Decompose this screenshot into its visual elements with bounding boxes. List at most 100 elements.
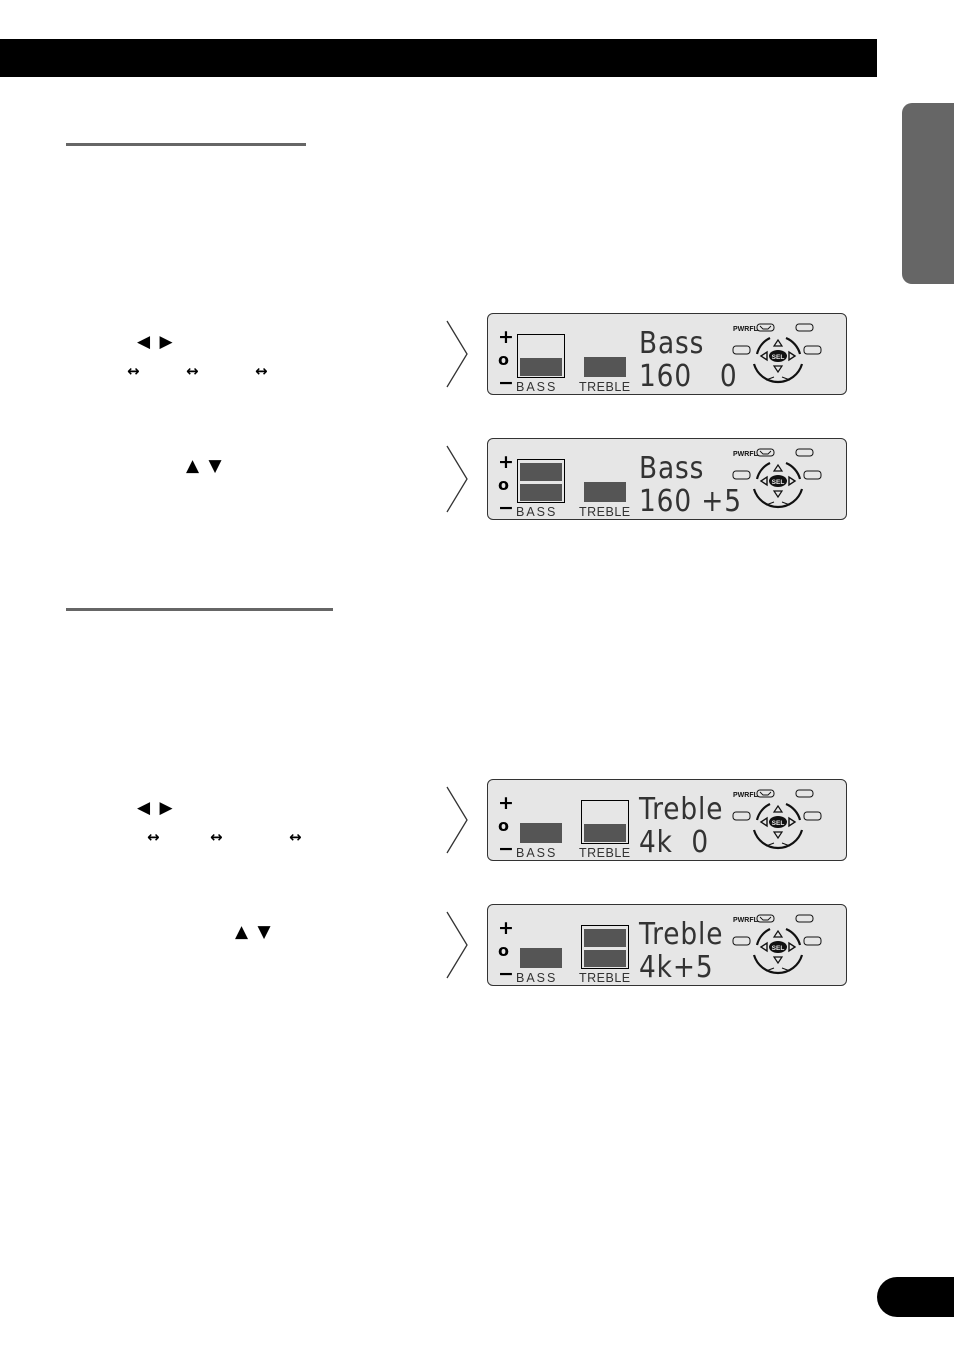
dial-down-arrow-icon [772, 831, 784, 840]
dial-up-arrow-icon [772, 929, 784, 938]
step-pointer-icon [446, 320, 468, 388]
dial-down-arrow-icon [772, 956, 784, 965]
control-panel-diagram: PWRFL SEL [732, 323, 822, 384]
dial-right-arrow-icon [788, 941, 797, 953]
step-pointer-icon [446, 445, 468, 513]
dial-left-arrow-icon [759, 475, 768, 487]
double-arrow-icon: ↔ [289, 828, 302, 846]
lcd-display: + o − BASS TREBLE Treble 4k 0 PWRFL SEL [487, 779, 847, 861]
lcd-mode-title: Bass [639, 451, 705, 486]
sel-label: SEL [772, 354, 785, 361]
lcd-mode-title: Bass [639, 326, 705, 361]
dial-arc-upper-left [755, 928, 771, 946]
bass-bar-segment-low [520, 484, 562, 501]
up-down-arrow-icons: ▲ ▼ [235, 922, 273, 942]
pwrfl-curve-icon [759, 916, 772, 921]
pwrfl-label: PWRFL [733, 326, 759, 333]
bass-label: BASS [516, 505, 558, 519]
plus-indicator: + [498, 917, 514, 939]
pwrfl-button-icon [756, 323, 775, 332]
bass-bar-segment-low [520, 358, 562, 376]
dial-arc-upper-right [785, 927, 802, 946]
pwrfl-label: PWRFL [733, 917, 759, 924]
bass-bar-segment-high [520, 463, 562, 481]
bass-label: BASS [516, 846, 558, 860]
left-side-button-icon [732, 811, 751, 821]
left-side-button-icon [732, 345, 751, 355]
minus-indicator: − [498, 497, 514, 519]
dial-arc-upper-right [785, 461, 802, 480]
page-number-tab [877, 1277, 954, 1317]
dial-left-arrow-icon [759, 941, 768, 953]
sel-label: SEL [772, 479, 785, 486]
top-right-button-icon [795, 323, 814, 332]
treble-bar-segment-low [584, 482, 626, 502]
dial-arc-upper-left [755, 337, 771, 355]
plus-indicator: + [498, 451, 514, 473]
zero-indicator: o [498, 816, 509, 835]
dial-right-arrow-icon [788, 816, 797, 828]
pwrfl-curve-icon [759, 325, 772, 330]
left-right-arrow-icons: ◀ ▶ [137, 332, 175, 352]
lcd-mode-title: Treble [639, 917, 724, 952]
dial-up-arrow-icon [772, 338, 784, 347]
dial-left-arrow-icon [759, 350, 768, 362]
section-side-tab [902, 103, 954, 284]
dial-down-arrow-icon [772, 365, 784, 374]
pwrfl-button-icon [756, 789, 775, 798]
dial-up-arrow-icon [772, 463, 784, 472]
control-panel-diagram: PWRFL SEL [732, 914, 822, 975]
bass-section-heading-rule [66, 143, 306, 146]
top-right-button-icon [795, 448, 814, 457]
double-arrow-icon: ↔ [147, 828, 160, 846]
lcd-frequency-level: 4k 0 [639, 825, 710, 860]
treble-section-heading-rule [66, 608, 333, 611]
lcd-frequency-level: 160 +5 [639, 484, 742, 519]
lcd-mode-title: Treble [639, 792, 724, 827]
double-arrow-icon: ↔ [210, 828, 223, 846]
dial-arc-upper-right [785, 802, 802, 821]
dial-arc-upper-left [755, 462, 771, 480]
pwrfl-label: PWRFL [733, 451, 759, 458]
treble-bar-segment-low [584, 357, 626, 377]
treble-label: TREBLE [579, 505, 631, 519]
bass-bar-segment-low [520, 948, 562, 968]
top-right-button-icon [795, 789, 814, 798]
dial-right-arrow-icon [788, 350, 797, 362]
treble-label: TREBLE [579, 846, 631, 860]
zero-indicator: o [498, 941, 509, 960]
double-arrow-icon: ↔ [186, 362, 199, 380]
control-panel-diagram: PWRFL SEL [732, 448, 822, 509]
right-side-button-icon [803, 811, 822, 821]
treble-label: TREBLE [579, 380, 631, 394]
double-arrow-icon: ↔ [127, 362, 140, 380]
treble-bar-segment-low [584, 950, 626, 967]
step-pointer-icon [446, 786, 468, 854]
pwrfl-button-icon [756, 448, 775, 457]
lcd-frequency-level: 160 0 [639, 359, 738, 394]
plus-indicator: + [498, 326, 514, 348]
dial-down-arrow-icon [772, 490, 784, 499]
treble-bar-segment-low [584, 824, 626, 842]
lcd-display: + o − BASS TREBLE Bass 160 0 PWRFL SEL [487, 313, 847, 395]
bass-bar-segment-low [520, 823, 562, 843]
zero-indicator: o [498, 350, 509, 369]
bass-label: BASS [516, 971, 558, 985]
left-right-arrow-icons: ◀ ▶ [137, 798, 175, 818]
left-side-button-icon [732, 470, 751, 480]
dial-right-arrow-icon [788, 475, 797, 487]
lcd-display: + o − BASS TREBLE Treble 4k+5 PWRFL SEL [487, 904, 847, 986]
treble-label: TREBLE [579, 971, 631, 985]
sel-label: SEL [772, 945, 785, 952]
chapter-header-bar [0, 39, 877, 77]
right-side-button-icon [803, 470, 822, 480]
lcd-frequency-level: 4k+5 [639, 950, 714, 985]
right-side-button-icon [803, 936, 822, 946]
zero-indicator: o [498, 475, 509, 494]
pwrfl-label: PWRFL [733, 792, 759, 799]
dial-up-arrow-icon [772, 804, 784, 813]
double-arrow-icon: ↔ [255, 362, 268, 380]
pwrfl-curve-icon [759, 450, 772, 455]
pwrfl-curve-icon [759, 791, 772, 796]
control-panel-diagram: PWRFL SEL [732, 789, 822, 850]
